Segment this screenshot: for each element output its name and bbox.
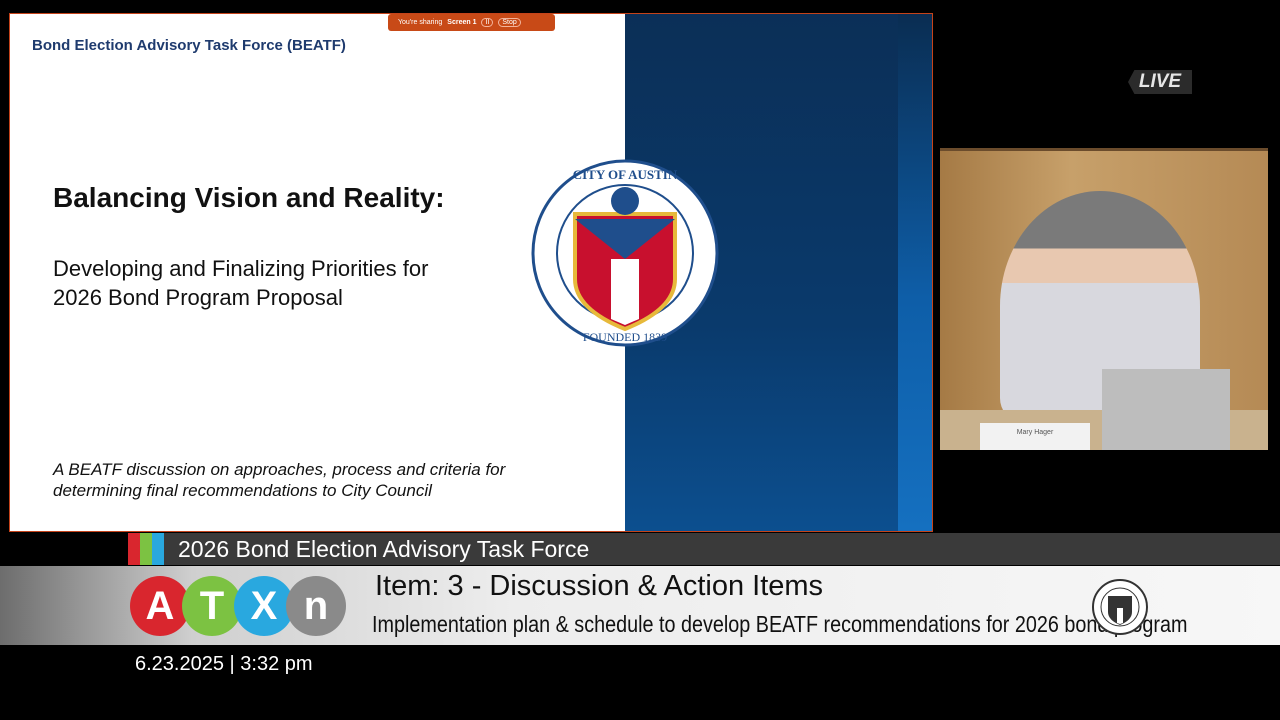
slide-org-heading: Bond Election Advisory Task Force (BEATF… [32,37,346,54]
slide-footer: A BEATF discussion on approaches, proces… [53,459,505,501]
subtitle-line: 2026 Bond Program Proposal [53,285,343,310]
svg-text:FOUNDED 1839: FOUNDED 1839 [583,330,667,344]
stop-share-button[interactable]: Stop [498,18,521,27]
slide-blue-accent [898,14,932,531]
screen-share-bar: You're sharing Screen 1 II Stop [388,14,555,31]
share-target: Screen 1 [447,19,477,26]
meeting-title: 2026 Bond Election Advisory Task Force [178,535,590,562]
logo-letter: T [182,576,242,636]
footer-line: determining final recommendations to Cit… [53,481,432,500]
agenda-item-description: Implementation plan & schedule to develo… [372,611,1188,637]
svg-text:CITY OF AUSTIN: CITY OF AUSTIN [573,167,678,182]
live-badge: LIVE [1128,70,1192,94]
atxn-logo: A T X N [130,576,346,636]
nameplate: Mary Hager [980,423,1090,450]
presentation-slide: Bond Election Advisory Task Force (BEATF… [9,13,933,532]
slide-subtitle: Developing and Finalizing Priorities for… [53,254,428,312]
share-label: You're sharing [398,19,443,26]
subtitle-line: Developing and Finalizing Priorities for [53,256,429,281]
agenda-item-title: Item: 3 - Discussion & Action Items [375,570,824,602]
logo-letter: X [234,576,294,636]
speaker-video: Mary Hager [940,148,1268,450]
logo-letter: A [130,576,190,636]
meeting-title-bar: 2026 Bond Election Advisory Task Force [128,533,1280,565]
city-seal-small [1092,579,1148,635]
pause-button[interactable]: II [481,18,494,27]
logo-letter: N [286,576,346,636]
date-time: 6.23.2025 | 3:32 pm [135,653,313,675]
laptop [1102,369,1230,450]
city-of-austin-seal: CITY OF AUSTIN FOUNDED 1839 [531,159,719,347]
slide-title: Balancing Vision and Reality: [53,182,445,213]
footer-line: A BEATF discussion on approaches, proces… [53,460,506,479]
color-stripes [128,533,164,565]
